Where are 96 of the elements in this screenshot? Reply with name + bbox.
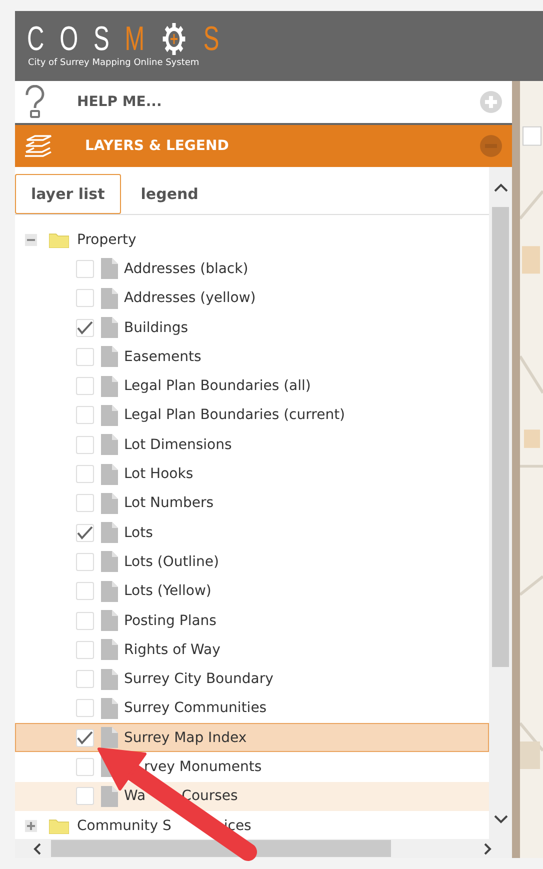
file-icon: [101, 492, 118, 514]
file-icon: [101, 258, 118, 280]
layer-row[interactable]: Lot Hooks: [15, 459, 489, 489]
checkbox[interactable]: [76, 289, 94, 308]
file-icon: [101, 639, 118, 660]
checkbox[interactable]: [76, 406, 94, 424]
layer-label: Surrey Communities: [124, 700, 267, 716]
horizontal-scrollbar[interactable]: [15, 839, 512, 858]
layer-label: Lot Dimensions: [124, 436, 232, 453]
layer-label: Legal Plan Boundaries (all): [124, 378, 311, 394]
scroll-down-icon[interactable]: [494, 814, 508, 824]
layer-label: Easements: [124, 348, 202, 365]
folder-icon: [49, 232, 69, 248]
layer-label: Rights of Way: [124, 642, 220, 658]
layer-row[interactable]: Surrey Communities: [15, 694, 489, 724]
file-icon: [101, 668, 118, 690]
checkbox[interactable]: [76, 787, 94, 806]
file-icon: [101, 288, 118, 309]
layer-row[interactable]: Lots (Yellow): [15, 576, 489, 606]
file-icon: [101, 698, 118, 719]
expand-icon[interactable]: [480, 91, 502, 113]
file-icon: [101, 346, 118, 368]
checkbox[interactable]: [76, 582, 94, 600]
checkbox[interactable]: [76, 348, 94, 366]
file-icon: [101, 786, 118, 807]
file-icon: [101, 522, 118, 544]
checkbox[interactable]: [76, 318, 94, 337]
layer-label: Legal Plan Boundaries (current): [124, 407, 346, 424]
checkbox[interactable]: [76, 728, 94, 747]
checkbox[interactable]: [76, 494, 94, 512]
collapse-icon[interactable]: [480, 135, 502, 157]
group-label[interactable]: Property: [77, 232, 136, 248]
logo-subtitle: City of Surrey Mapping Online System: [28, 58, 200, 68]
checkbox[interactable]: [76, 640, 94, 659]
question-icon: [23, 85, 47, 119]
checkbox[interactable]: [76, 260, 94, 278]
folder-icon: [49, 818, 69, 834]
logo-text: COS: [27, 19, 125, 58]
layer-label: Courses: [182, 788, 238, 804]
file-icon: [101, 727, 118, 748]
checkbox[interactable]: [76, 377, 94, 396]
logo-accent-letter: M: [124, 19, 160, 58]
vertical-scrollbar[interactable]: [489, 167, 512, 839]
layer-row[interactable]: Wa Courses: [15, 782, 489, 811]
layer-row[interactable]: Lots (Outline): [15, 547, 489, 577]
file-icon: [101, 580, 118, 602]
file-icon: [101, 404, 118, 426]
layer-row[interactable]: Posting Plans: [15, 606, 489, 636]
checkbox[interactable]: [76, 524, 94, 542]
layer-row[interactable]: Easements: [15, 342, 489, 372]
layer-label: Lots (Outline): [124, 554, 219, 570]
expand-icon[interactable]: [25, 820, 37, 832]
layer-row[interactable]: Buildings: [15, 312, 489, 342]
file-icon: [101, 464, 118, 485]
file-icon: [101, 317, 118, 338]
file-icon: [101, 551, 118, 572]
scroll-right-icon[interactable]: [484, 842, 492, 854]
scroll-left-icon[interactable]: [33, 842, 41, 854]
tab[interactable]: layer list: [15, 174, 121, 214]
layer-label: Surrey City Boundary: [124, 671, 274, 688]
layer-label: rvey Monuments: [144, 758, 262, 775]
layer-label: Lots: [124, 524, 153, 541]
layer-row[interactable]: Addresses (black): [15, 254, 489, 284]
gear-icon: [160, 22, 188, 56]
layer-row[interactable]: Lot Numbers: [15, 488, 489, 518]
group-label[interactable]: Community S: [77, 818, 172, 834]
layer-row[interactable]: Lots: [15, 518, 489, 548]
file-icon: [101, 610, 118, 631]
file-icon: [101, 376, 118, 397]
checkbox[interactable]: [76, 436, 94, 454]
layer-row[interactable]: Rights of Way: [15, 635, 489, 664]
layer-label: Lot Numbers: [124, 495, 214, 512]
checkbox[interactable]: [76, 612, 94, 630]
layer-row[interactable]: Addresses (yellow): [15, 284, 489, 313]
file-icon: [101, 434, 118, 456]
checkbox[interactable]: [76, 670, 94, 688]
layer-row[interactable]: Surrey City Boundary: [15, 664, 489, 694]
layer-label: Surrey Map Index: [124, 730, 247, 746]
layer-label: Lots (Yellow): [124, 583, 212, 600]
scroll-up-icon[interactable]: [494, 182, 508, 192]
logo-accent-letter: S: [203, 19, 235, 59]
checkbox[interactable]: [76, 465, 94, 484]
layer-label: Wa: [124, 788, 146, 804]
layer-label: Posting Plans: [124, 612, 216, 628]
collapse-icon[interactable]: [25, 234, 37, 246]
layer-label: Buildings: [124, 320, 188, 336]
checkbox[interactable]: [76, 758, 94, 776]
layer-row[interactable]: Legal Plan Boundaries (all): [15, 371, 489, 401]
layer-label: Addresses (yellow): [124, 290, 256, 306]
layer-row[interactable]: Lot Dimensions: [15, 430, 489, 460]
layer-row[interactable]: Legal Plan Boundaries (current): [15, 400, 489, 430]
layer-row[interactable]: Surrey Map Index: [15, 723, 489, 752]
layer-label: Addresses (black): [124, 260, 248, 277]
checkbox[interactable]: [76, 699, 94, 718]
checkbox[interactable]: [76, 552, 94, 571]
layer-label: Lot Hooks: [124, 466, 194, 482]
